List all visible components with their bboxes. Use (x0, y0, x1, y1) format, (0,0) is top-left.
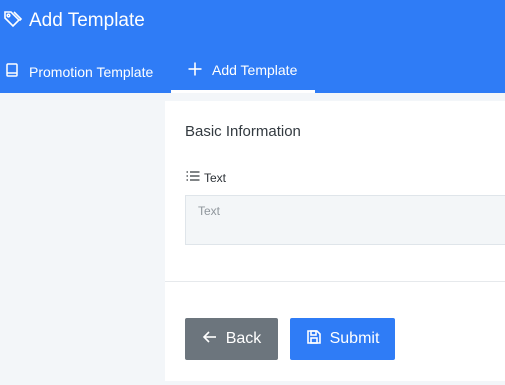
tab-bar: Promotion Template Add Template (0, 52, 315, 93)
text-field-label-text: Text (204, 170, 227, 185)
back-button[interactable]: Back (185, 318, 278, 360)
page-title: Add Template (29, 10, 145, 31)
section-title: Basic Information (185, 123, 301, 140)
page-header: Add Template Promotion Template Add Temp… (0, 0, 505, 93)
page-title-row: Add Template (3, 8, 145, 34)
list-icon (186, 170, 200, 185)
text-input[interactable] (185, 195, 505, 245)
tags-icon (3, 9, 23, 34)
form-panel: Basic Information Text Back (165, 101, 505, 381)
book-icon (4, 62, 20, 81)
back-button-label: Back (225, 330, 262, 347)
tab-add-template[interactable]: Add Template (171, 52, 315, 93)
submit-button[interactable]: Submit (290, 318, 395, 360)
divider (165, 281, 505, 282)
tab-label: Promotion Template (29, 63, 154, 80)
submit-button-label: Submit (329, 330, 380, 347)
plus-icon (187, 61, 203, 80)
text-field-label: Text (186, 170, 226, 185)
save-icon (306, 329, 322, 350)
tab-label: Add Template (212, 62, 298, 78)
arrow-left-icon (202, 329, 218, 350)
tab-promotion-template[interactable]: Promotion Template (0, 52, 171, 91)
